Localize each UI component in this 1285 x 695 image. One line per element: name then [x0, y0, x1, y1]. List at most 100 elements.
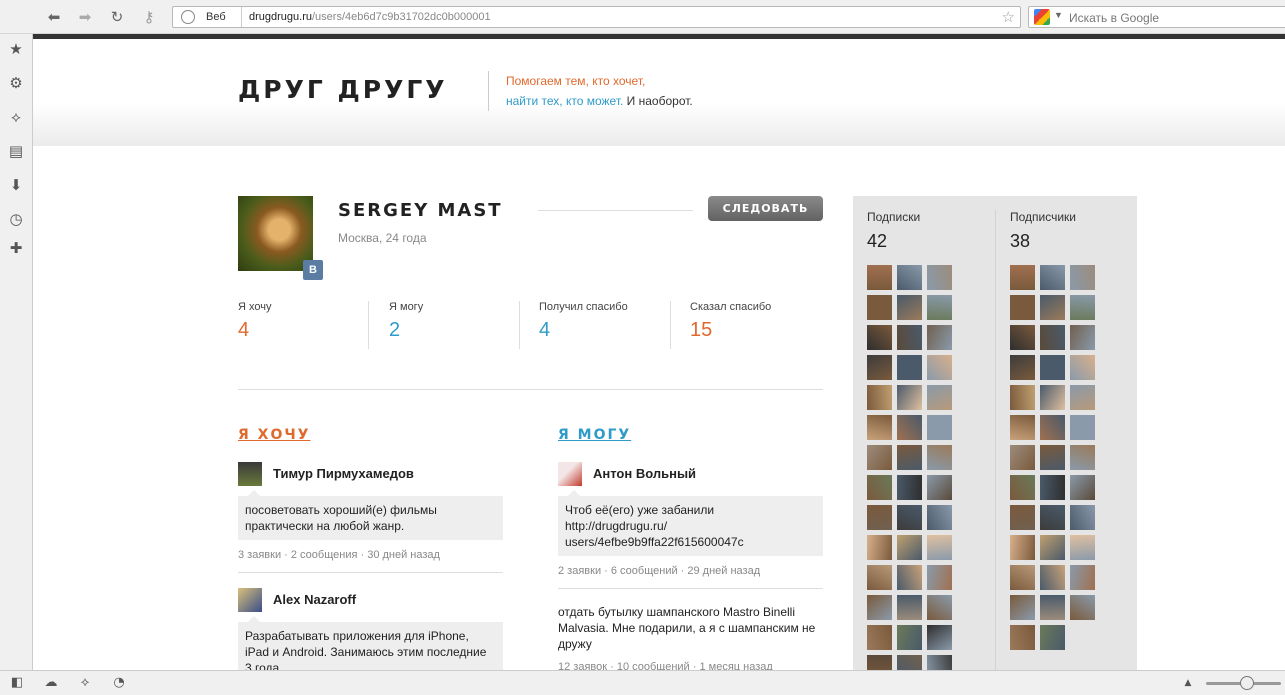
- can-post-2[interactable]: отдать бутылку шампанского Mastro Binell…: [558, 604, 823, 670]
- follower-avatar[interactable]: [1040, 385, 1065, 410]
- address-bar[interactable]: Веб drugdrugu.ru/users/4eb6d7c9b31702dc0…: [172, 6, 1021, 28]
- author-avatar[interactable]: [238, 462, 262, 486]
- note-icon[interactable]: ▤: [7, 142, 25, 160]
- follower-avatar[interactable]: [1010, 265, 1035, 290]
- follower-avatar[interactable]: [1010, 625, 1035, 650]
- follower-avatar[interactable]: [1040, 505, 1065, 530]
- follower-avatar[interactable]: [1070, 445, 1095, 470]
- follower-avatar[interactable]: [1040, 295, 1065, 320]
- post-author[interactable]: Антон Вольный: [558, 462, 823, 486]
- follower-avatar[interactable]: [1070, 535, 1095, 560]
- follower-avatar[interactable]: [1070, 505, 1095, 530]
- follower-avatar[interactable]: [1040, 535, 1065, 560]
- subscribers-count[interactable]: 38: [1010, 231, 1030, 252]
- follower-avatar[interactable]: [867, 355, 892, 380]
- author-name[interactable]: Тимур Пирмухамедов: [273, 466, 414, 481]
- follower-avatar[interactable]: [1010, 355, 1035, 380]
- follower-avatar[interactable]: [1010, 595, 1035, 620]
- follower-avatar[interactable]: [867, 265, 892, 290]
- follower-avatar[interactable]: [867, 535, 892, 560]
- follower-avatar[interactable]: [867, 595, 892, 620]
- follower-avatar[interactable]: [1010, 295, 1035, 320]
- forward-arrow-icon[interactable]: ➡: [75, 7, 95, 27]
- follower-avatar[interactable]: [927, 595, 952, 620]
- follower-avatar[interactable]: [927, 265, 952, 290]
- post-text[interactable]: отдать бутылку шампанского Mastro Binell…: [558, 604, 823, 652]
- follower-avatar[interactable]: [867, 625, 892, 650]
- share-icon[interactable]: ⟡: [77, 675, 93, 691]
- follower-avatar[interactable]: [867, 565, 892, 590]
- follower-avatar[interactable]: [897, 445, 922, 470]
- follower-avatar[interactable]: [1010, 565, 1035, 590]
- follower-avatar[interactable]: [867, 295, 892, 320]
- post-text[interactable]: посоветовать хороший(е) фильмы практичес…: [238, 490, 503, 540]
- stat-want[interactable]: Я хочу 4: [238, 301, 369, 349]
- follower-avatar[interactable]: [1070, 475, 1095, 500]
- search-input[interactable]: Искать в Google: [1069, 11, 1159, 25]
- follower-avatar[interactable]: [867, 475, 892, 500]
- post-author[interactable]: Тимур Пирмухамедов: [238, 462, 503, 486]
- can-section-title[interactable]: Я МОГУ: [558, 427, 631, 443]
- follow-button[interactable]: СЛЕДОВАТЬ: [708, 196, 823, 221]
- follower-avatar[interactable]: [1070, 355, 1095, 380]
- post-text[interactable]: Разрабатывать приложения для iPhone, iPa…: [238, 616, 503, 670]
- follower-avatar[interactable]: [1010, 505, 1035, 530]
- address-url[interactable]: drugdrugu.ru/users/4eb6d7c9b31702dc0b000…: [249, 11, 491, 23]
- follower-avatar[interactable]: [927, 535, 952, 560]
- vk-badge[interactable]: В: [303, 260, 323, 280]
- follower-avatar[interactable]: [1070, 385, 1095, 410]
- download-icon[interactable]: ⬇: [7, 176, 25, 194]
- follower-avatar[interactable]: [1010, 325, 1035, 350]
- can-post-1[interactable]: Антон Вольный Чтоб её(его) уже забанили …: [558, 462, 823, 589]
- stat-thanks-given[interactable]: Сказал спасибо 15: [690, 301, 821, 349]
- site-logo[interactable]: ДРУГ ДРУГУ: [238, 75, 448, 104]
- follower-avatar[interactable]: [927, 415, 952, 440]
- follower-avatar[interactable]: [1040, 265, 1065, 290]
- zoom-slider-knob[interactable]: [1240, 676, 1254, 690]
- follower-avatar[interactable]: [927, 475, 952, 500]
- key-icon[interactable]: ⚷: [139, 7, 159, 27]
- follower-avatar[interactable]: [867, 655, 892, 670]
- follower-avatar[interactable]: [927, 565, 952, 590]
- author-avatar[interactable]: [238, 588, 262, 612]
- follower-avatar[interactable]: [927, 385, 952, 410]
- follower-avatar[interactable]: [897, 415, 922, 440]
- follower-avatar[interactable]: [867, 415, 892, 440]
- follower-avatar[interactable]: [1040, 595, 1065, 620]
- follower-avatar[interactable]: [1040, 625, 1065, 650]
- cloud-icon[interactable]: ☁: [43, 675, 59, 691]
- subscribers-label[interactable]: Подписчики: [1010, 210, 1076, 224]
- want-post-2[interactable]: Alex Nazaroff Разрабатывать приложения д…: [238, 588, 503, 670]
- follower-avatar[interactable]: [927, 655, 952, 670]
- follower-avatar[interactable]: [1070, 565, 1095, 590]
- zoom-up-icon[interactable]: ▲: [1180, 675, 1196, 691]
- follower-avatar[interactable]: [927, 325, 952, 350]
- stat-can[interactable]: Я могу 2: [389, 301, 520, 349]
- follower-avatar[interactable]: [897, 295, 922, 320]
- follower-avatar[interactable]: [897, 475, 922, 500]
- follower-avatar[interactable]: [1040, 355, 1065, 380]
- chevron-down-icon[interactable]: ▼: [1054, 10, 1063, 20]
- follower-avatar[interactable]: [867, 385, 892, 410]
- follower-avatar[interactable]: [867, 505, 892, 530]
- follower-avatar[interactable]: [1040, 475, 1065, 500]
- stat-thanks-received[interactable]: Получил спасибо 4: [539, 301, 670, 349]
- author-name[interactable]: Alex Nazaroff: [273, 592, 356, 607]
- follower-avatar[interactable]: [1010, 445, 1035, 470]
- post-author[interactable]: Alex Nazaroff: [238, 588, 503, 612]
- follower-avatar[interactable]: [1010, 535, 1035, 560]
- follower-avatar[interactable]: [897, 385, 922, 410]
- author-name[interactable]: Антон Вольный: [593, 466, 696, 481]
- back-arrow-icon[interactable]: ⬅: [44, 7, 64, 27]
- follower-avatar[interactable]: [867, 445, 892, 470]
- post-text[interactable]: Чтоб её(его) уже забанили http://drugdru…: [558, 490, 823, 556]
- follower-avatar[interactable]: [1010, 385, 1035, 410]
- follower-avatar[interactable]: [927, 355, 952, 380]
- share-icon[interactable]: ⟡: [7, 108, 25, 126]
- plus-icon[interactable]: ✚: [7, 239, 25, 257]
- follower-avatar[interactable]: [927, 625, 952, 650]
- follower-avatar[interactable]: [897, 265, 922, 290]
- follower-avatar[interactable]: [1010, 415, 1035, 440]
- want-post-1[interactable]: Тимур Пирмухамедов посоветовать хороший(…: [238, 462, 503, 573]
- follower-avatar[interactable]: [1070, 595, 1095, 620]
